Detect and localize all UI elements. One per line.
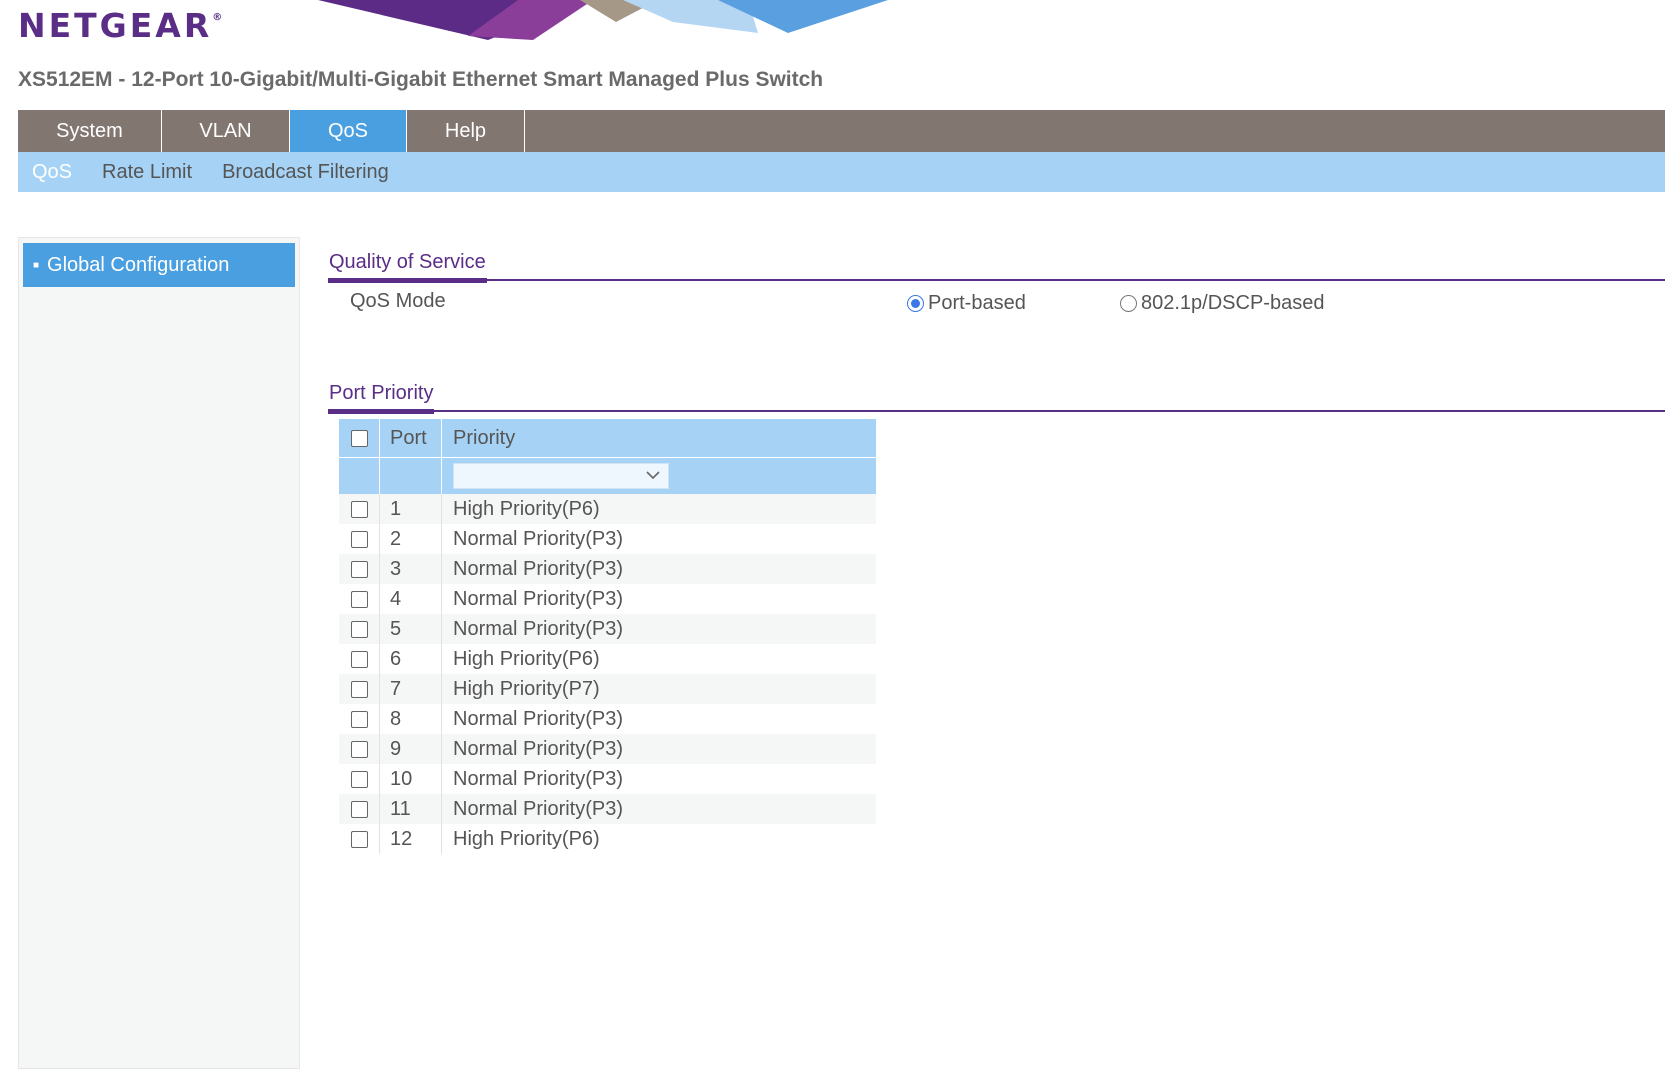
radio-dscp-based[interactable]: 802.1p/DSCP-based [1120, 292, 1324, 315]
table-row: 4 Normal Priority(P3) [339, 584, 877, 614]
column-header-priority[interactable]: Priority [441, 419, 877, 458]
table-row: 9 Normal Priority(P3) [339, 734, 877, 764]
sidebar-item-global-configuration[interactable]: ■ Global Configuration [23, 243, 295, 287]
netgear-logo[interactable]: NETGEAR® [18, 6, 222, 45]
port-cell: 5 [379, 614, 442, 644]
sub-nav: QoS Rate Limit Broadcast Filtering [18, 152, 1665, 192]
port-cell: 8 [379, 704, 442, 734]
port-priority-table: Port Priority 1 High Priority(P6) 2 Normal… [339, 419, 877, 854]
table-row: 11 Normal Priority(P3) [339, 794, 877, 824]
row-checkbox[interactable] [350, 530, 368, 548]
bullet-icon: ■ [33, 260, 40, 271]
priority-cell: High Priority(P7) [441, 674, 877, 704]
header-banner-graphic [318, 0, 888, 40]
port-cell: 9 [379, 734, 442, 764]
row-checkbox[interactable] [350, 560, 368, 578]
row-checkbox[interactable] [350, 770, 368, 788]
port-cell: 2 [379, 524, 442, 554]
section-title-port-priority: Port Priority [328, 382, 435, 414]
row-checkbox[interactable] [350, 590, 368, 608]
priority-cell: Normal Priority(P3) [441, 734, 877, 764]
port-priority-section-header: Port Priority [328, 378, 1665, 414]
priority-cell: Normal Priority(P3) [441, 764, 877, 794]
table-row: 5 Normal Priority(P3) [339, 614, 877, 644]
table-row: 12 High Priority(P6) [339, 824, 877, 854]
port-cell: 11 [379, 794, 442, 824]
port-cell: 12 [379, 824, 442, 854]
column-header-port[interactable]: Port [379, 419, 442, 458]
priority-cell: High Priority(P6) [441, 824, 877, 854]
priority-cell: Normal Priority(P3) [441, 614, 877, 644]
radio-dscp-based-label: 802.1p/DSCP-based [1141, 292, 1325, 314]
port-cell: 1 [379, 494, 442, 524]
row-checkbox[interactable] [350, 710, 368, 728]
priority-cell: High Priority(P6) [441, 644, 877, 674]
row-checkbox[interactable] [350, 680, 368, 698]
section-title-quality-of-service: Quality of Service [328, 251, 487, 283]
product-title: XS512EM - 12-Port 10-Gigabit/Multi-Gigab… [18, 68, 824, 91]
priority-filter-select[interactable] [453, 463, 669, 489]
row-checkbox[interactable] [350, 500, 368, 518]
row-checkbox[interactable] [350, 650, 368, 668]
priority-cell: Normal Priority(P3) [441, 704, 877, 734]
chevron-down-icon [646, 471, 660, 480]
table-header-row: Port Priority [339, 419, 877, 458]
row-checkbox[interactable] [350, 800, 368, 818]
port-cell: 3 [379, 554, 442, 584]
port-cell: 10 [379, 764, 442, 794]
priority-cell: High Priority(P6) [441, 494, 877, 524]
subnav-qos[interactable]: QoS [32, 161, 72, 184]
radio-selected-icon[interactable] [907, 295, 924, 312]
priority-cell: Normal Priority(P3) [441, 554, 877, 584]
radio-port-based-label: Port-based [928, 292, 1026, 314]
port-cell: 6 [379, 644, 442, 674]
row-checkbox[interactable] [350, 830, 368, 848]
row-checkbox[interactable] [350, 740, 368, 758]
table-row: 7 High Priority(P7) [339, 674, 877, 704]
table-row: 3 Normal Priority(P3) [339, 554, 877, 584]
priority-cell: Normal Priority(P3) [441, 524, 877, 554]
qos-section-header: Quality of Service [328, 247, 1665, 283]
qos-mode-label: QoS Mode [350, 290, 446, 312]
port-cell: 4 [379, 584, 442, 614]
table-row: 8 Normal Priority(P3) [339, 704, 877, 734]
table-row: 2 Normal Priority(P3) [339, 524, 877, 554]
tab-vlan[interactable]: VLAN [162, 110, 290, 152]
select-all-cell [339, 419, 380, 458]
table-row: 6 High Priority(P6) [339, 644, 877, 674]
tab-help[interactable]: Help [407, 110, 525, 152]
select-all-checkbox[interactable] [350, 429, 368, 447]
table-row: 10 Normal Priority(P3) [339, 764, 877, 794]
main-nav: System VLAN QoS Help [18, 110, 1665, 152]
tab-system[interactable]: System [18, 110, 162, 152]
radio-unselected-icon[interactable] [1120, 295, 1137, 312]
radio-port-based[interactable]: Port-based [907, 292, 1026, 315]
table-filter-row [339, 457, 877, 494]
priority-cell: Normal Priority(P3) [441, 794, 877, 824]
port-cell: 7 [379, 674, 442, 704]
table-row: 1 High Priority(P6) [339, 494, 877, 524]
row-checkbox[interactable] [350, 620, 368, 638]
table-body: 1 High Priority(P6) 2 Normal Priority(P3) … [339, 494, 877, 854]
subnav-rate-limit[interactable]: Rate Limit [102, 161, 192, 184]
sidebar: ■ Global Configuration [18, 237, 300, 1069]
sidebar-item-label: Global Configuration [47, 254, 230, 276]
subnav-broadcast-filtering[interactable]: Broadcast Filtering [222, 161, 389, 184]
tab-qos[interactable]: QoS [290, 110, 407, 152]
priority-cell: Normal Priority(P3) [441, 584, 877, 614]
